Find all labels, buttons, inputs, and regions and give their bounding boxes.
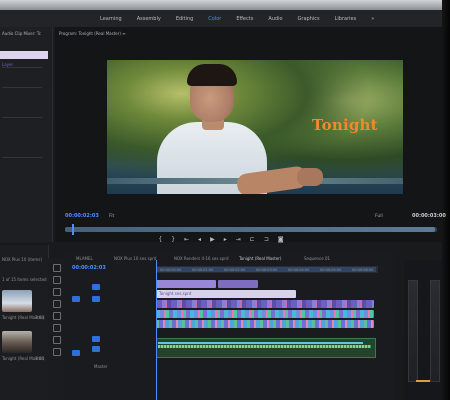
track-select-tool-icon[interactable] xyxy=(53,276,61,284)
ripple-edit-tool-icon[interactable] xyxy=(53,288,61,296)
project-panel-title: NOX Plus 10 (items) xyxy=(2,257,42,262)
workspace-libraries[interactable]: Libraries xyxy=(335,16,357,22)
meter-peak-indicator xyxy=(416,380,430,382)
items-selected-text: 1 of 15 items selected xyxy=(2,277,47,282)
video-track-clips[interactable] xyxy=(156,310,374,318)
pen-tool-icon[interactable] xyxy=(53,324,61,332)
workspace-more-button[interactable]: » xyxy=(371,16,374,22)
ruler-label: 00:00:05:00 xyxy=(320,268,342,272)
track-target-a1[interactable] xyxy=(92,336,100,342)
panel-divider xyxy=(2,157,42,158)
track-target-a2[interactable] xyxy=(92,346,100,352)
slip-tool-icon[interactable] xyxy=(53,312,61,320)
insert-button[interactable]: ⊏ xyxy=(250,236,255,243)
meter-channel-right xyxy=(430,280,440,382)
export-frame-button[interactable]: ◙ xyxy=(278,236,284,243)
person-hand xyxy=(297,168,323,186)
play-button[interactable]: ▶ xyxy=(210,236,215,243)
title-clip[interactable]: Tonight ses.sprd xyxy=(156,290,296,298)
ruler-label: 00:00:00:00 xyxy=(160,268,182,272)
workspace-assembly[interactable]: Assembly xyxy=(137,16,161,22)
workspace-color[interactable]: Color xyxy=(208,16,221,22)
ruler-label: 00:00:02:00 xyxy=(224,268,246,272)
timeline-clip[interactable] xyxy=(218,280,258,288)
timeline-tab[interactable]: NOX Renders 4-16 ses.sprd xyxy=(174,256,228,261)
workspace-effects[interactable]: Effects xyxy=(236,16,253,22)
video-frame[interactable]: Tonight xyxy=(107,60,403,194)
clip-duration: 3:03 xyxy=(35,315,44,320)
timeline-tab[interactable]: MLAMEL xyxy=(76,256,93,261)
mark-out-button[interactable]: } xyxy=(171,236,175,243)
workspace-menubar: Learning Assembly Editing Color Effects … xyxy=(0,10,442,27)
audio-clip[interactable] xyxy=(156,338,376,358)
ruler-label: 00:00:06:00 xyxy=(352,268,374,272)
timeline-panel: MLAMEL NOX Plus 10 ses.sprd NOX Renders … xyxy=(64,250,394,400)
fit-select[interactable]: Fit xyxy=(109,214,114,219)
project-panel: NOX Plus 10 (items) 1 of 15 items select… xyxy=(0,245,49,400)
timeline-playhead[interactable] xyxy=(156,260,157,400)
workspace-audio[interactable]: Audio xyxy=(268,16,282,22)
audio-clip-mixer-title: Audio Clip Mixer: Tc xyxy=(2,31,41,36)
razor-tool-icon[interactable] xyxy=(53,300,61,308)
ruler-label: 00:00:04:00 xyxy=(288,268,310,272)
panel-divider xyxy=(2,117,42,118)
mark-in-button[interactable]: { xyxy=(158,236,162,243)
workspace-editing[interactable]: Editing xyxy=(176,16,193,22)
timeline-clip[interactable] xyxy=(156,280,216,288)
monitor-bezel-right xyxy=(442,0,450,400)
timeline-timecode[interactable]: 00:00:02:03 xyxy=(72,265,106,271)
video-title-overlay: Tonight xyxy=(312,116,378,134)
timeline-tab[interactable]: Sequence 01 xyxy=(304,256,330,261)
track-target-v2[interactable] xyxy=(92,296,100,302)
program-current-timecode[interactable]: 00:00:02:03 xyxy=(65,213,99,219)
selected-layer-item[interactable]: Layer xyxy=(0,51,48,67)
video-track-clips[interactable] xyxy=(156,300,374,308)
go-to-out-button[interactable]: ⇥ xyxy=(236,236,241,243)
clip-thumbnail[interactable] xyxy=(2,331,32,353)
ruler-label: 00:00:01:00 xyxy=(192,268,214,272)
clip-thumbnail[interactable] xyxy=(2,290,32,312)
workspace-learning[interactable]: Learning xyxy=(100,16,122,22)
hand-tool-icon[interactable] xyxy=(53,336,61,344)
track-target-v1[interactable] xyxy=(72,296,80,302)
program-duration-timecode: 00:00:03:00 xyxy=(412,213,446,219)
audio-keyframe-line[interactable] xyxy=(158,342,363,344)
go-to-in-button[interactable]: ⇤ xyxy=(184,236,189,243)
workspace-graphics[interactable]: Graphics xyxy=(298,16,320,22)
timeline-tab[interactable]: NOX Plus 10 ses.sprd xyxy=(114,256,156,261)
transport-controls: { } ⇤ ◂ ▶ ▸ ⇥ ⊏ ⊐ ◙ xyxy=(0,233,442,245)
audio-clip-mixer-panel: Audio Clip Mixer: Tc Layer xyxy=(0,27,53,242)
step-forward-button[interactable]: ▸ xyxy=(224,236,227,243)
monitor-bezel-top xyxy=(0,0,450,10)
panel-divider xyxy=(2,87,42,88)
editor-screen: Learning Assembly Editing Color Effects … xyxy=(0,0,450,400)
tools-panel xyxy=(48,258,64,400)
track-target-a1-source[interactable] xyxy=(72,350,80,356)
master-track-label: Master xyxy=(94,364,108,369)
track-target-v3[interactable] xyxy=(92,284,100,290)
program-scrub-bar[interactable] xyxy=(65,224,437,235)
program-monitor: Program: Tonight (Real Master) ≡ Tonight… xyxy=(55,27,446,242)
panel-divider xyxy=(2,67,42,68)
ruler-label: 00:00:03:00 xyxy=(256,268,278,272)
overwrite-button[interactable]: ⊐ xyxy=(264,236,269,243)
program-monitor-title: Program: Tonight (Real Master) ≡ xyxy=(59,31,126,36)
person-hair xyxy=(187,64,237,86)
scrub-bar-fill xyxy=(65,227,435,232)
timeline-tab-active[interactable]: Tonight (Real Master) xyxy=(239,256,281,261)
step-back-button[interactable]: ◂ xyxy=(198,236,201,243)
clip-duration: 3:00 xyxy=(35,356,44,361)
playback-quality-select[interactable]: Full xyxy=(375,214,383,219)
audio-meter xyxy=(404,260,442,400)
title-clip-label: Tonight ses.sprd xyxy=(159,291,192,296)
video-track-clips[interactable] xyxy=(156,320,374,328)
selection-tool-icon[interactable] xyxy=(53,264,61,272)
meter-channel-left xyxy=(408,280,418,382)
type-tool-icon[interactable] xyxy=(53,348,61,356)
audio-waveform xyxy=(158,345,371,348)
